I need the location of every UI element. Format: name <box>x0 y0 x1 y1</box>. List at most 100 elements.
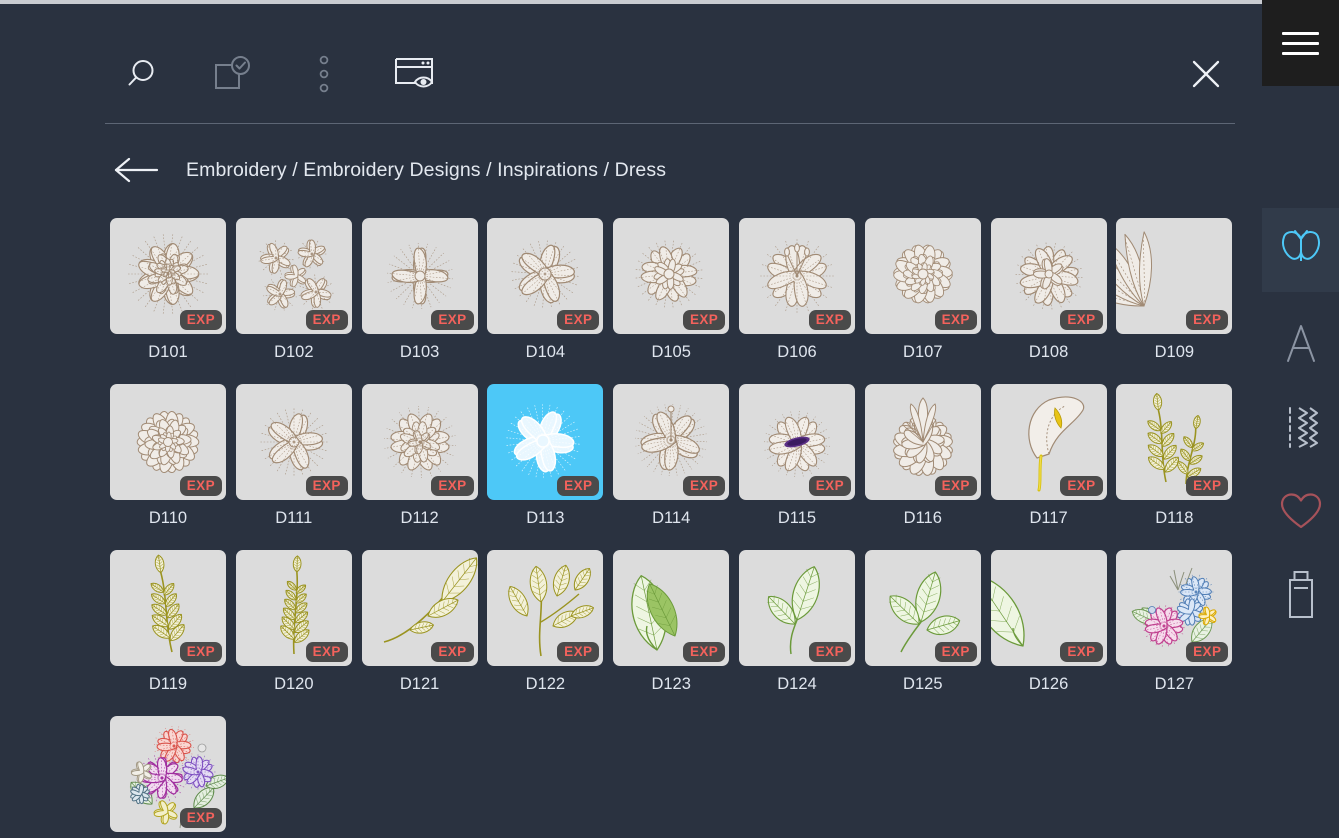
design-label: D105 <box>651 343 691 361</box>
exp-format-badge: EXP <box>682 309 726 330</box>
design-cell: EXP D127 <box>1116 550 1242 694</box>
design-thumbnail-d107[interactable]: EXP <box>864 218 981 334</box>
design-thumbnail-d111[interactable]: EXP <box>235 384 352 500</box>
design-cell: EXP D120 <box>235 550 362 694</box>
design-cell: EXP D121 <box>361 550 488 694</box>
design-thumbnail-d114[interactable]: EXP <box>613 384 730 500</box>
letter-a-icon <box>1281 321 1321 370</box>
breadcrumb: Embroidery / Embroidery Designs / Inspir… <box>0 142 1262 198</box>
design-label: D123 <box>651 675 691 693</box>
design-thumbnail-d101[interactable]: EXP <box>110 218 226 334</box>
design-thumbnail-d125[interactable]: EXP <box>864 550 981 666</box>
design-cell: EXP D104 <box>487 218 613 362</box>
exp-format-badge: EXP <box>934 641 977 662</box>
design-label: D114 <box>652 509 691 527</box>
search-icon[interactable] <box>112 46 168 102</box>
design-thumbnail-d103[interactable]: EXP <box>361 218 478 334</box>
breadcrumb-path[interactable]: Embroidery / Embroidery Designs / Inspir… <box>186 159 666 182</box>
select-all-icon[interactable] <box>204 46 260 102</box>
design-cell: EXP D106 <box>738 218 865 362</box>
design-label: D102 <box>274 343 314 361</box>
design-thumbnail-d109[interactable]: EXP <box>1116 218 1233 334</box>
exp-format-badge: EXP <box>557 475 600 496</box>
exp-format-badge: EXP <box>557 641 600 662</box>
exp-format-badge: EXP <box>682 641 726 662</box>
exp-format-badge: EXP <box>808 309 851 330</box>
main-panel: Embroidery / Embroidery Designs / Inspir… <box>0 4 1262 838</box>
design-grid: EXP D101 EXP D102 EXP D103 EXP D104 EXP … <box>0 218 1262 832</box>
design-label: D115 <box>777 509 817 527</box>
back-arrow-icon[interactable] <box>113 153 159 187</box>
design-label: D113 <box>526 509 565 527</box>
design-thumbnail-d115[interactable]: EXP <box>738 384 855 500</box>
design-thumbnail-d118[interactable]: EXP <box>1116 384 1233 500</box>
toolbar-icon-group <box>112 46 444 102</box>
design-cell: EXP D114 <box>613 384 739 528</box>
design-label: D106 <box>777 343 817 361</box>
design-thumbnail-d122[interactable]: EXP <box>487 550 604 666</box>
design-label: D108 <box>1028 343 1069 361</box>
exp-format-badge: EXP <box>305 641 348 662</box>
design-cell: EXP D105 <box>613 218 739 362</box>
exp-format-badge: EXP <box>179 641 222 662</box>
exp-format-badge: EXP <box>431 309 474 330</box>
exp-format-badge: EXP <box>934 475 977 496</box>
design-label: D110 <box>148 509 188 527</box>
exp-format-badge: EXP <box>1060 641 1103 662</box>
design-cell: EXP <box>110 716 236 832</box>
toolbar <box>0 4 1262 124</box>
design-thumbnail-d121[interactable]: EXP <box>361 550 478 666</box>
close-icon[interactable] <box>1180 48 1232 100</box>
sidebar-item-favorites[interactable] <box>1262 471 1339 555</box>
design-cell: EXP D107 <box>864 218 991 362</box>
sidebar-item-usb[interactable] <box>1262 555 1339 639</box>
design-thumbnail-d105[interactable]: EXP <box>613 218 730 334</box>
design-thumbnail[interactable]: EXP <box>110 716 226 832</box>
heart-icon <box>1278 490 1324 537</box>
design-thumbnail-d117[interactable]: EXP <box>990 384 1107 500</box>
design-thumbnail-d119[interactable]: EXP <box>110 550 226 666</box>
design-thumbnail-d120[interactable]: EXP <box>235 550 352 666</box>
design-thumbnail-d108[interactable]: EXP <box>990 218 1107 334</box>
design-cell: EXP D110 <box>110 384 236 528</box>
design-cell: EXP D113 <box>487 384 613 528</box>
design-label: D126 <box>1028 675 1069 693</box>
butterfly-icon <box>1278 227 1324 274</box>
design-label: D119 <box>148 675 188 693</box>
sidebar-item-stitches[interactable] <box>1262 387 1339 471</box>
exp-format-badge: EXP <box>431 641 474 662</box>
design-label: D125 <box>903 675 943 693</box>
sidebar-item-lettering[interactable] <box>1262 303 1339 387</box>
stitch-pattern-icon <box>1279 404 1323 455</box>
design-cell: EXP D117 <box>990 384 1117 528</box>
hamburger-menu-icon[interactable] <box>1262 0 1339 86</box>
exp-format-badge: EXP <box>1060 309 1103 330</box>
design-label: D120 <box>274 675 314 693</box>
design-thumbnail-d127[interactable]: EXP <box>1116 550 1233 666</box>
design-label: D127 <box>1154 675 1195 693</box>
exp-format-badge: EXP <box>1186 641 1229 662</box>
design-thumbnail-d116[interactable]: EXP <box>864 384 981 500</box>
design-thumbnail-d113[interactable]: EXP <box>487 384 604 500</box>
design-cell: EXP D109 <box>1116 218 1242 362</box>
design-grid-scroll[interactable]: EXP D101 EXP D102 EXP D103 EXP D104 EXP … <box>0 218 1262 838</box>
design-thumbnail-d110[interactable]: EXP <box>110 384 226 500</box>
design-label: D124 <box>777 675 817 693</box>
design-label: D103 <box>399 343 440 361</box>
design-thumbnail-d104[interactable]: EXP <box>487 218 604 334</box>
design-cell: EXP D115 <box>738 384 865 528</box>
design-cell: EXP D108 <box>990 218 1117 362</box>
exp-format-badge: EXP <box>808 641 851 662</box>
design-thumbnail-d112[interactable]: EXP <box>361 384 478 500</box>
design-thumbnail-d126[interactable]: EXP <box>990 550 1107 666</box>
design-thumbnail-d124[interactable]: EXP <box>738 550 855 666</box>
design-thumbnail-d123[interactable]: EXP <box>613 550 730 666</box>
design-thumbnail-d102[interactable]: EXP <box>235 218 352 334</box>
more-options-icon[interactable] <box>296 46 352 102</box>
design-cell: EXP D101 <box>110 218 236 362</box>
design-thumbnail-d106[interactable]: EXP <box>738 218 855 334</box>
sidebar-item-embroidery[interactable] <box>1262 208 1339 292</box>
exp-format-badge: EXP <box>682 475 726 496</box>
preview-window-icon[interactable] <box>388 46 444 102</box>
design-label: D101 <box>148 343 188 361</box>
